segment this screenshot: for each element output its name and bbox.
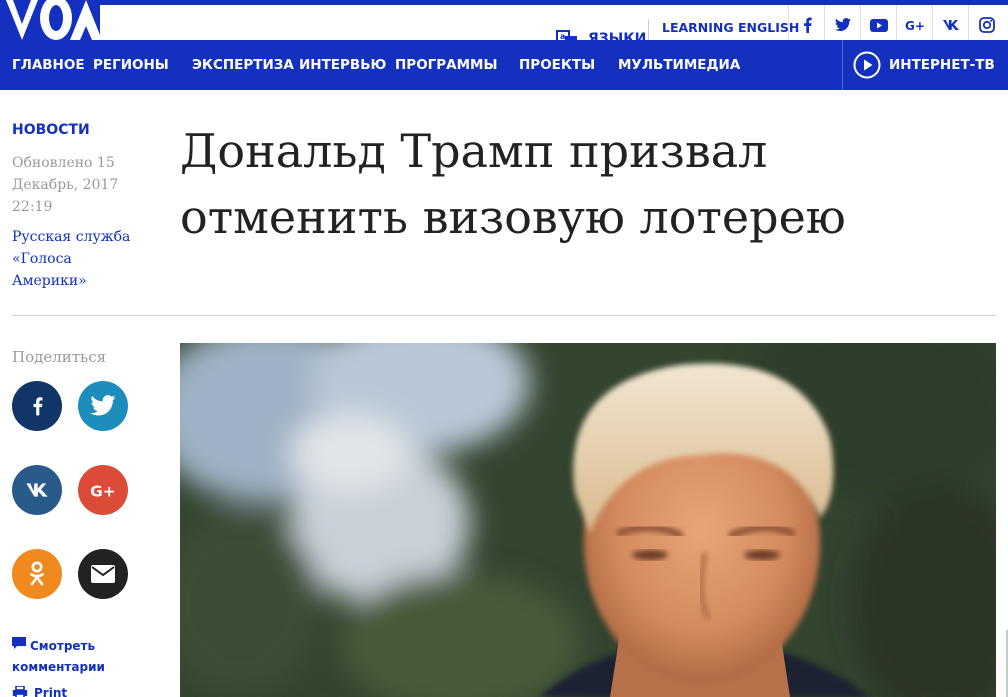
article-title: Дональд Трамп призвал отменить визовую л… <box>180 124 846 244</box>
instagram-icon[interactable] <box>968 5 1004 45</box>
section-link-news[interactable]: НОВОСТИ <box>12 122 90 138</box>
author-link[interactable]: Русская служба «Голоса Америки» <box>12 226 142 292</box>
facebook-icon <box>30 394 44 418</box>
top-utility-bar: a ЯЗЫКИ LEARNING ENGLISH G+ <box>0 0 1008 45</box>
share-vk-button[interactable] <box>12 465 62 515</box>
svg-text:G+: G+ <box>905 19 925 32</box>
share-odnoklassniki-button[interactable] <box>12 549 62 599</box>
share-twitter-button[interactable] <box>78 381 128 431</box>
odnoklassniki-icon <box>29 561 45 587</box>
nav-item-multimedia[interactable]: МУЛЬТИМЕДИА <box>618 57 740 73</box>
youtube-icon[interactable] <box>860 5 896 45</box>
vk-icon[interactable] <box>932 5 968 45</box>
printer-icon <box>12 686 28 697</box>
page-scrollbar[interactable] <box>999 630 1008 697</box>
nav-item-main[interactable]: ГЛАВНОЕ <box>12 57 85 73</box>
print-label: Print <box>34 686 68 697</box>
voa-logo[interactable] <box>0 0 100 45</box>
share-facebook-button[interactable] <box>12 381 62 431</box>
google-plus-icon[interactable]: G+ <box>896 5 932 45</box>
share-email-button[interactable] <box>78 549 128 599</box>
article-photo <box>180 343 996 697</box>
main-navigation: ГЛАВНОЕ РЕГИОНЫ ЭКСПЕРТИЗА ИНТЕРВЬЮ ПРОГ… <box>0 40 1008 90</box>
learning-english-link[interactable]: LEARNING ENGLISH <box>662 20 799 35</box>
email-icon <box>91 565 115 583</box>
divider <box>12 315 996 316</box>
nav-item-expertise[interactable]: ЭКСПЕРТИЗА <box>192 57 294 73</box>
comment-icon <box>12 636 26 657</box>
view-comments-link[interactable]: Смотреть комментарии <box>12 636 132 678</box>
print-link[interactable]: Print <box>12 686 67 697</box>
twitter-icon[interactable] <box>824 5 860 45</box>
internet-tv-label: ИНТЕРНЕТ-ТВ <box>889 57 995 73</box>
social-links: G+ <box>788 5 1004 45</box>
topbar-separator <box>648 19 649 41</box>
svg-text:G+: G+ <box>90 482 116 499</box>
nav-item-projects[interactable]: ПРОЕКТЫ <box>519 57 595 73</box>
nav-item-programs[interactable]: ПРОГРАММЫ <box>395 57 497 73</box>
nav-item-interview[interactable]: ИНТЕРВЬЮ <box>299 57 386 73</box>
share-label: Поделиться <box>12 348 107 366</box>
updated-timestamp: Обновлено 15 Декабрь, 2017 22:19 <box>12 155 119 215</box>
facebook-icon[interactable] <box>788 5 824 45</box>
vk-icon <box>25 482 49 498</box>
twitter-icon <box>90 395 116 417</box>
nav-item-regions[interactable]: РЕГИОНЫ <box>93 57 169 73</box>
share-google-plus-button[interactable]: G+ <box>78 465 128 515</box>
internet-tv-button[interactable]: ИНТЕРНЕТ-ТВ <box>842 40 1008 90</box>
google-plus-icon: G+ <box>89 481 117 499</box>
play-icon <box>853 51 881 79</box>
